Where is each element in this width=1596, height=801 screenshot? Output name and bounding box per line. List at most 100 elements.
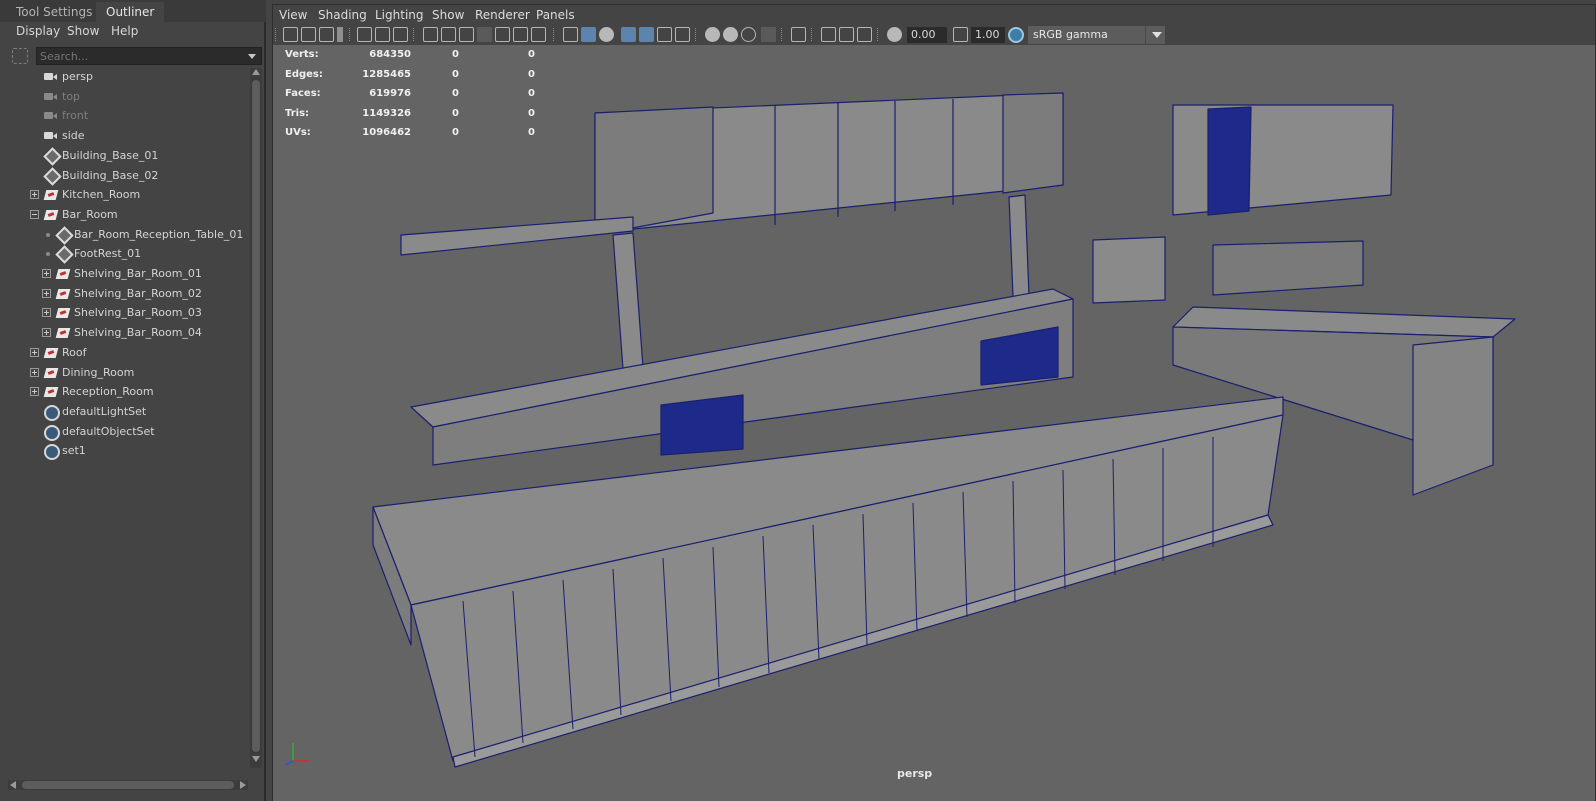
menu-help[interactable]: Help (111, 24, 138, 38)
bookmark-flag-icon[interactable] (337, 27, 343, 42)
expand-icon[interactable] (30, 347, 39, 357)
smooth-shade-icon[interactable] (581, 27, 596, 42)
film-gate-icon[interactable] (441, 27, 456, 42)
xray-components-icon[interactable] (857, 27, 872, 42)
outliner-item[interactable]: FootRest_01 (10, 245, 250, 265)
field-chart-icon[interactable] (495, 27, 510, 42)
outliner-item[interactable]: Building_Base_02 (10, 167, 250, 187)
gamma-icon[interactable] (953, 27, 968, 42)
multisample-aa-icon[interactable] (741, 27, 756, 42)
outliner-item[interactable]: front (10, 107, 250, 127)
toolbar-separator (781, 28, 783, 41)
grease-pencil-icon[interactable] (393, 27, 408, 42)
outliner-item[interactable]: Shelving_Bar_Room_04 (10, 324, 250, 344)
outliner-item-label: Building_Base_01 (62, 148, 159, 162)
expand-icon[interactable] (42, 328, 51, 338)
view-transform-dropdown[interactable] (1145, 26, 1165, 44)
xray-joints-icon[interactable] (839, 27, 854, 42)
outliner-item[interactable]: Roof (10, 344, 250, 364)
outliner-item[interactable]: Dining_Room (10, 364, 250, 384)
outliner-item[interactable]: Shelving_Bar_Room_03 (10, 304, 250, 324)
wireframe-on-shaded-icon[interactable] (621, 27, 636, 42)
gate-mask-icon[interactable] (477, 27, 492, 42)
expand-icon[interactable] (42, 288, 51, 298)
xray-icon[interactable] (821, 27, 836, 42)
scrollbar-thumb[interactable] (252, 80, 260, 752)
use-all-lights-icon[interactable] (657, 27, 672, 42)
outliner-item[interactable]: defaultObjectSet (10, 423, 250, 443)
shadows-icon[interactable] (675, 27, 690, 42)
expand-icon[interactable] (30, 367, 39, 377)
search-dropdown-icon[interactable] (248, 54, 256, 59)
menu-panels[interactable]: Panels (536, 8, 575, 22)
textured-icon[interactable] (639, 27, 654, 42)
image-plane-icon[interactable] (357, 27, 372, 42)
scroll-left-icon[interactable] (10, 781, 16, 789)
outliner-item-label: defaultLightSet (62, 404, 147, 418)
menu-view[interactable]: View (279, 8, 307, 22)
hud-stat-row: UVs: 1096462 0 0 (285, 125, 545, 145)
grid-icon[interactable] (423, 27, 438, 42)
hud-stat-label: Edges: (285, 68, 323, 80)
select-camera-icon[interactable] (283, 27, 298, 42)
tab-outliner[interactable]: Outliner (96, 2, 165, 22)
scroll-down-icon[interactable] (252, 756, 260, 762)
outliner-item[interactable]: Shelving_Bar_Room_02 (10, 285, 250, 305)
outliner-item[interactable]: Kitchen_Room (10, 186, 250, 206)
outliner-item-label: Kitchen_Room (62, 188, 141, 202)
scroll-right-icon[interactable] (240, 781, 246, 789)
outliner-vertical-scrollbar[interactable] (250, 68, 262, 768)
screen-space-ao-icon[interactable] (705, 27, 720, 42)
menu-shading[interactable]: Shading (318, 8, 367, 22)
scroll-up-icon[interactable] (252, 69, 260, 75)
exposure-field[interactable]: 0.00 (907, 27, 947, 43)
back-counter-bin (660, 394, 744, 456)
outliner-item[interactable]: side (10, 127, 250, 147)
outliner-horizontal-scrollbar[interactable] (8, 780, 248, 790)
scrollbar-thumb[interactable] (22, 781, 234, 789)
outliner-item[interactable]: defaultLightSet (10, 403, 250, 423)
tab-tool-settings[interactable]: Tool Settings (6, 2, 102, 22)
view-transform-select[interactable]: sRGB gamma (1028, 26, 1164, 44)
toolbar-separator (695, 28, 697, 41)
menu-display[interactable]: Display (16, 24, 60, 38)
outliner-item[interactable]: set1 (10, 442, 250, 462)
menu-renderer[interactable]: Renderer (475, 8, 530, 22)
safe-title-icon[interactable] (531, 27, 546, 42)
toolbar-separator (553, 28, 555, 41)
isolate-select-icon[interactable] (791, 27, 806, 42)
motion-blur-icon[interactable] (723, 27, 738, 42)
exposure-icon[interactable] (887, 27, 902, 42)
bookmark-icon[interactable] (319, 27, 334, 42)
expand-icon[interactable] (30, 387, 39, 397)
expand-icon[interactable] (42, 269, 51, 278)
gamma-field[interactable]: 1.00 (971, 27, 1005, 43)
outliner-item[interactable]: persp (10, 68, 250, 88)
outliner-item[interactable]: Reception_Room (10, 383, 250, 403)
menu-lighting[interactable]: Lighting (375, 8, 424, 22)
outliner-item[interactable]: top (10, 88, 250, 108)
expand-icon[interactable] (42, 308, 51, 318)
camera-icon (44, 130, 58, 142)
3d-viewport[interactable]: Verts: 684350 0 0 Edges: 1285465 0 0 Faces: 61997… (273, 45, 1595, 801)
wireframe-icon[interactable] (563, 27, 578, 42)
color-management-icon[interactable] (1008, 27, 1024, 43)
camera-attributes-icon[interactable] (301, 27, 316, 42)
menu-show[interactable]: Show (67, 24, 99, 38)
outliner-item[interactable]: Bar_Room (10, 206, 250, 226)
expand-icon[interactable] (30, 190, 39, 200)
outliner-item-label: front (62, 109, 89, 123)
safe-action-icon[interactable] (513, 27, 528, 42)
outliner-item[interactable]: Building_Base_01 (10, 147, 250, 167)
viewport-panel: View Shading Lighting Show Renderer Pane… (272, 4, 1596, 801)
2d-pan-zoom-icon[interactable] (375, 27, 390, 42)
collapse-icon[interactable] (30, 209, 39, 219)
depth-of-field-icon[interactable] (761, 27, 776, 42)
search-input[interactable] (36, 47, 262, 65)
default-material-icon[interactable] (599, 27, 614, 42)
resolution-gate-icon[interactable] (459, 27, 474, 42)
filter-icon[interactable] (12, 48, 28, 64)
outliner-item[interactable]: Bar_Room_Reception_Table_01 (10, 226, 250, 246)
menu-show[interactable]: Show (432, 8, 464, 22)
outliner-item[interactable]: Shelving_Bar_Room_01 (10, 265, 250, 285)
